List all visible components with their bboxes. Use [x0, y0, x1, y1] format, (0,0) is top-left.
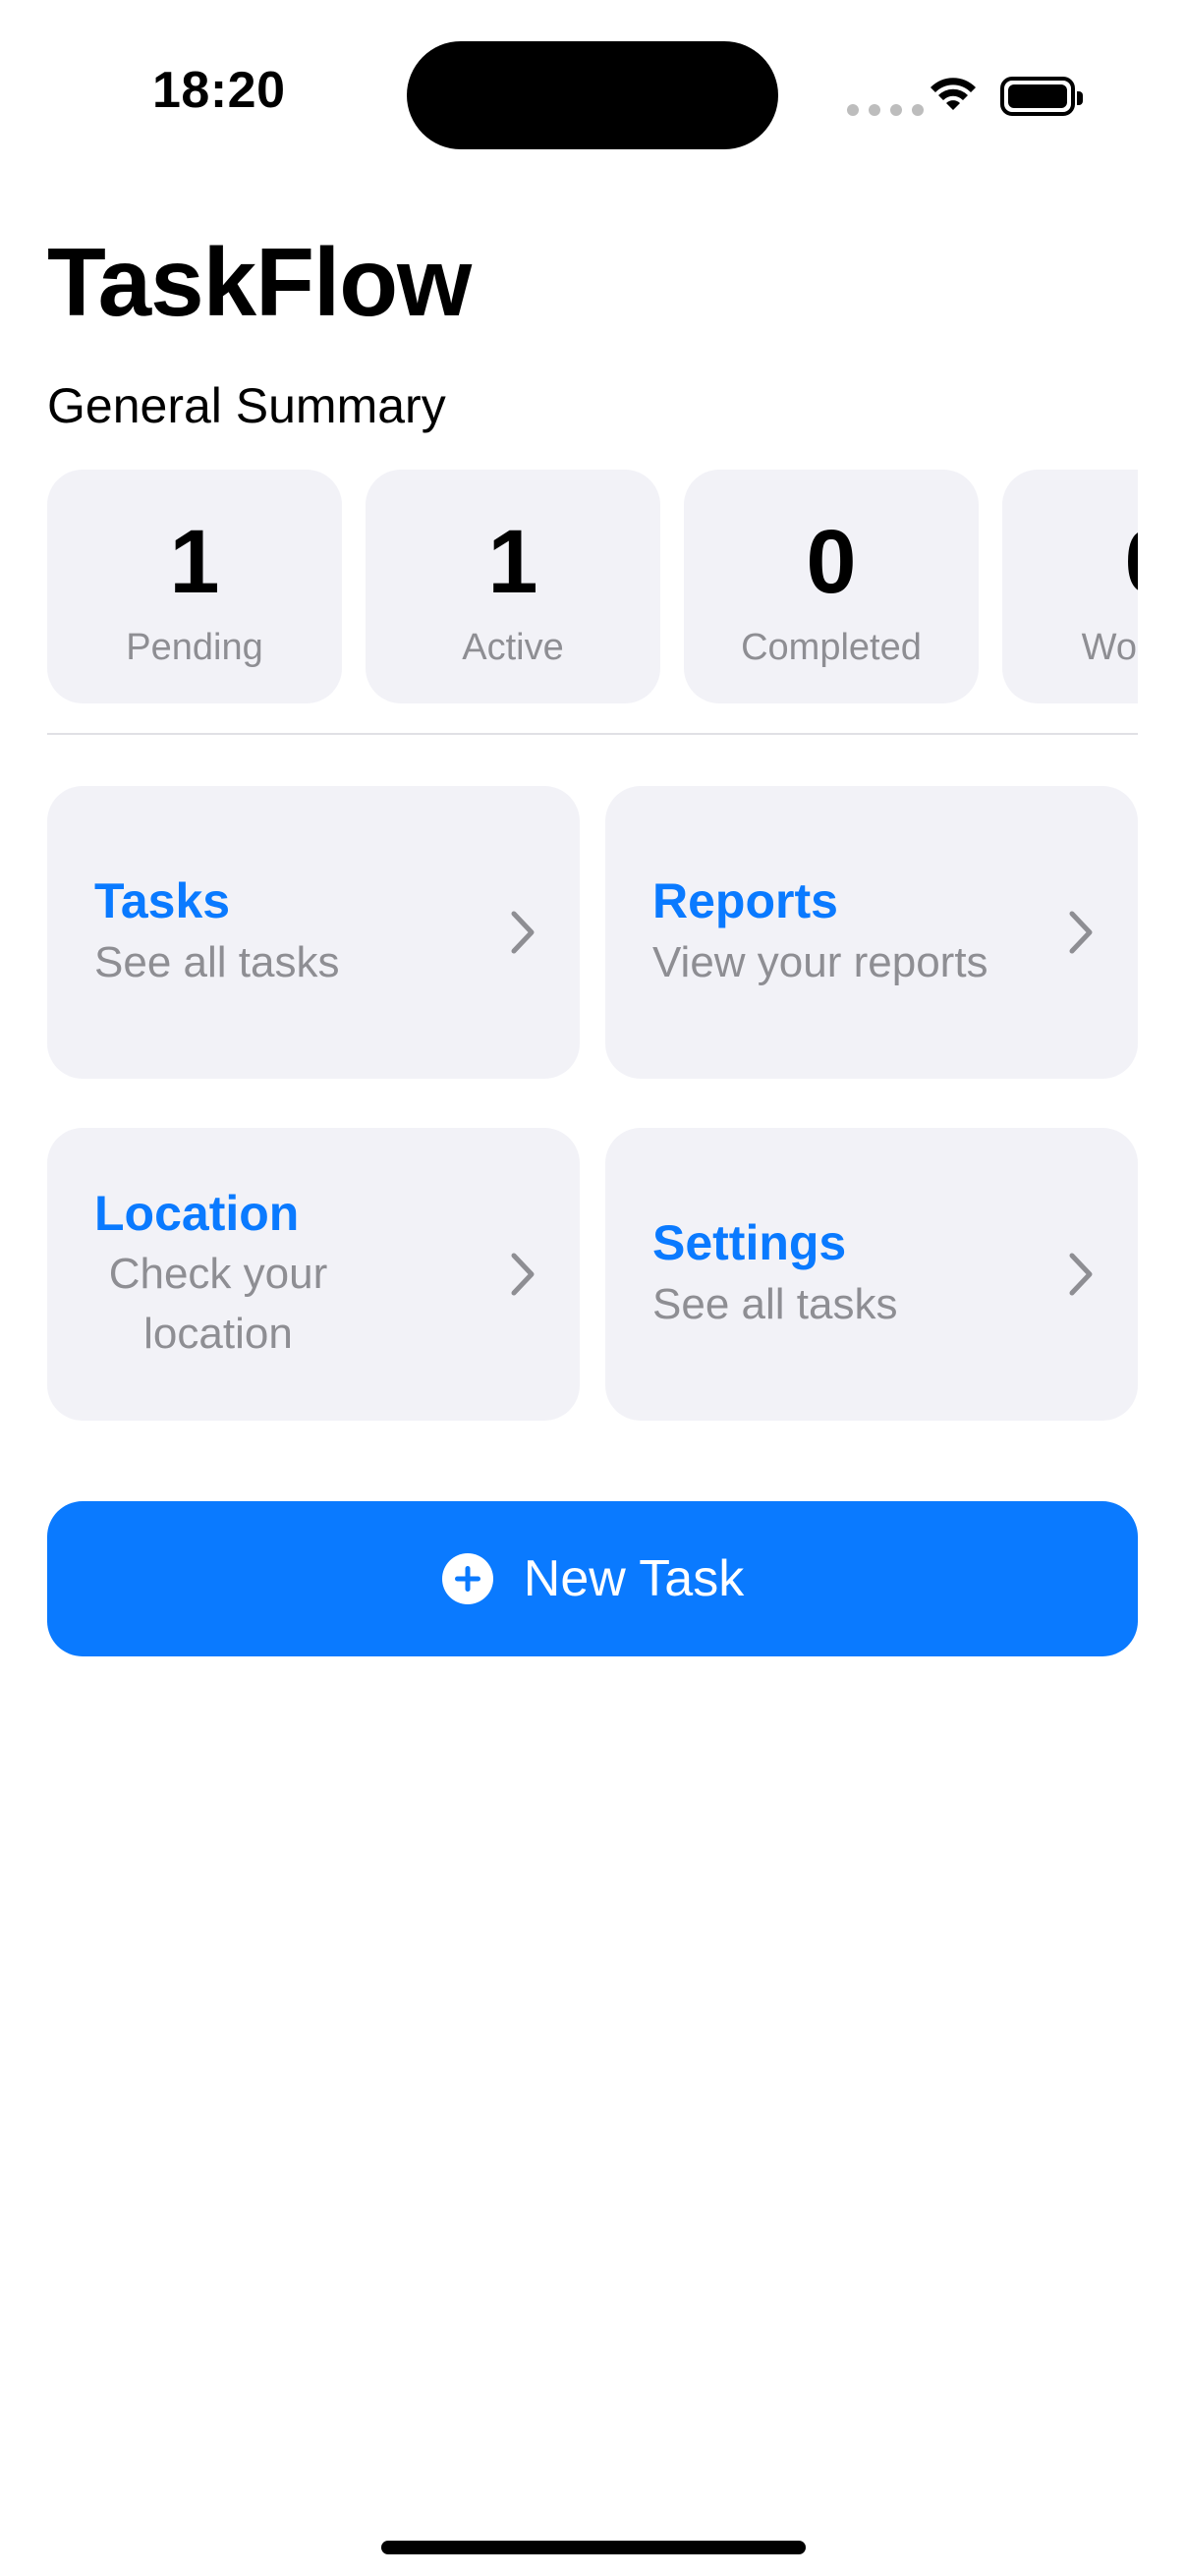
summary-card-pending: 1 Pending [47, 470, 342, 703]
wifi-icon [931, 78, 976, 110]
summary-label: Active [462, 627, 564, 668]
summary-card-working: 0 Working [1002, 470, 1138, 703]
reports-card-title: Reports [652, 873, 838, 929]
new-task-label: New Task [523, 1550, 745, 1607]
battery-icon [1000, 77, 1083, 116]
summary-label: Working [1081, 627, 1138, 668]
summary-count: 1 [169, 512, 220, 612]
summary-card-completed: 0 Completed [684, 470, 979, 703]
new-task-button[interactable]: New Task [47, 1501, 1138, 1656]
summary-label: Completed [741, 627, 922, 668]
chevron-right-icon [1069, 1253, 1093, 1296]
tasks-card[interactable]: Tasks See all tasks [47, 786, 580, 1079]
home-indicator[interactable] [381, 2541, 806, 2554]
chevron-right-icon [511, 911, 535, 954]
summary-scroller[interactable]: 1 Pending 1 Active 0 Completed 0 Working [47, 470, 1138, 705]
reports-card-subtitle: View your reports [652, 938, 988, 987]
page-title: TaskFlow [47, 228, 472, 336]
plus-circle-icon [441, 1553, 493, 1604]
chevron-right-icon [1069, 911, 1093, 954]
divider [47, 733, 1138, 735]
location-card-subtitle: Check your location [108, 1250, 328, 1358]
settings-card-subtitle: See all tasks [652, 1280, 898, 1329]
summary-label: Pending [126, 627, 263, 668]
summary-row: 1 Pending 1 Active 0 Completed 0 Working [47, 470, 1138, 703]
cellular-icon [847, 104, 924, 116]
summary-card-active: 1 Active [366, 470, 660, 703]
location-card-title: Location [94, 1186, 300, 1242]
location-card[interactable]: Location Check your location [47, 1128, 580, 1421]
dynamic-island [407, 41, 778, 149]
section-title: General Summary [47, 378, 446, 433]
status-time: 18:20 [152, 62, 286, 119]
settings-card-title: Settings [652, 1215, 847, 1271]
tasks-card-title: Tasks [94, 873, 231, 929]
screen: 18:20 TaskFlow General Summary 1 Pending… [0, 0, 1185, 2576]
summary-count: 0 [1124, 517, 1138, 607]
summary-count: 1 [487, 512, 538, 612]
chevron-right-icon [511, 1253, 535, 1296]
summary-count: 0 [806, 512, 857, 612]
reports-card[interactable]: Reports View your reports [605, 786, 1138, 1079]
tasks-card-subtitle: See all tasks [94, 938, 340, 987]
settings-card[interactable]: Settings See all tasks [605, 1128, 1138, 1421]
